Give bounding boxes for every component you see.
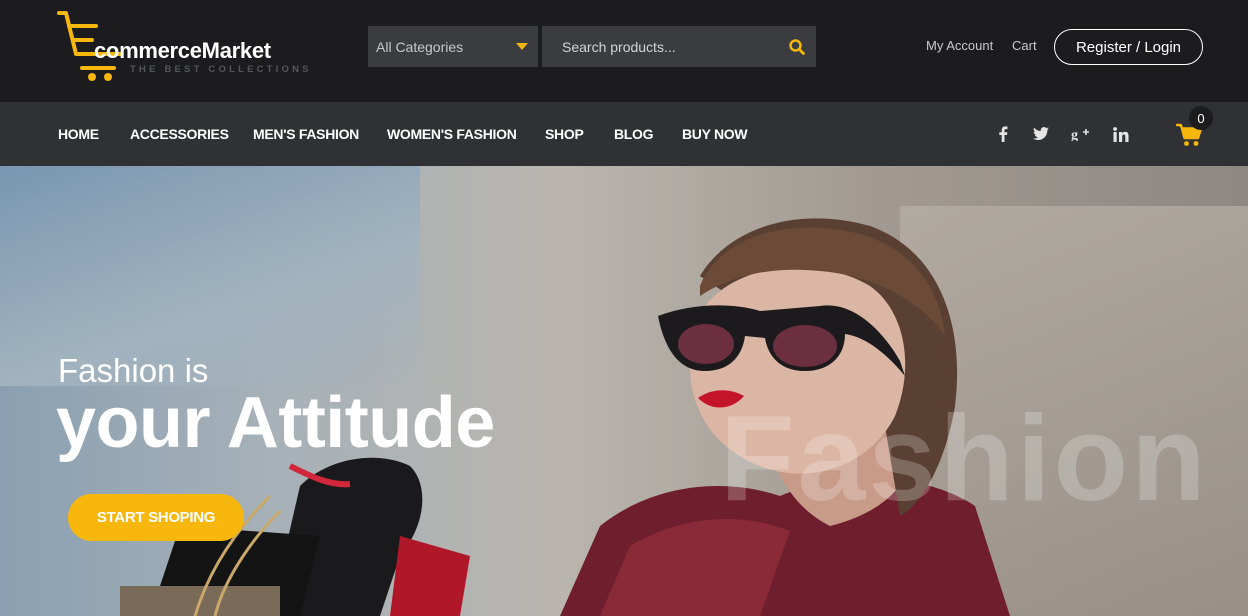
nav-item-blog[interactable]: BLOG <box>614 126 654 142</box>
site-header: commerceMarket THE BEST COLLECTIONS All … <box>0 0 1248 102</box>
logo-name: commerceMarket <box>94 38 271 63</box>
search-box <box>542 26 816 67</box>
search-input[interactable] <box>542 26 778 67</box>
hero-watermark-text: Fashion <box>720 390 1209 526</box>
register-login-button[interactable]: Register / Login <box>1054 29 1203 65</box>
facebook-icon[interactable] <box>993 124 1013 144</box>
nav-item-buy-now[interactable]: BUY NOW <box>682 126 748 142</box>
svg-text:g: g <box>1071 128 1078 141</box>
nav-item-shop[interactable]: SHOP <box>545 126 584 142</box>
hero-banner: Fashion Fashion is your Attitude START S… <box>0 166 1248 616</box>
category-select[interactable]: All Categories <box>368 26 538 67</box>
start-shopping-button[interactable]: START SHOPING <box>68 494 244 541</box>
hero-heading: your Attitude <box>56 383 495 463</box>
google-plus-icon[interactable]: g <box>1070 124 1090 144</box>
search-icon[interactable] <box>788 38 806 56</box>
site-logo[interactable]: commerceMarket THE BEST COLLECTIONS <box>56 10 326 84</box>
twitter-icon[interactable] <box>1031 124 1051 144</box>
nav-item-home[interactable]: HOME <box>58 126 99 142</box>
nav-item-accessories[interactable]: ACCESSORIES <box>130 126 229 142</box>
cart-count-badge: 0 <box>1189 106 1213 130</box>
main-nav: HOME ACCESSORIES MEN'S FASHION WOMEN'S F… <box>0 102 1248 166</box>
linkedin-icon[interactable] <box>1111 124 1131 144</box>
logo-tagline: THE BEST COLLECTIONS <box>130 64 312 75</box>
nav-item-womens-fashion[interactable]: WOMEN'S FASHION <box>387 126 517 142</box>
cart-link[interactable]: Cart <box>1012 38 1037 53</box>
my-account-link[interactable]: My Account <box>926 38 993 53</box>
category-select-value: All Categories <box>376 38 464 55</box>
chevron-down-icon <box>516 43 528 50</box>
nav-item-mens-fashion[interactable]: MEN'S FASHION <box>253 126 359 142</box>
